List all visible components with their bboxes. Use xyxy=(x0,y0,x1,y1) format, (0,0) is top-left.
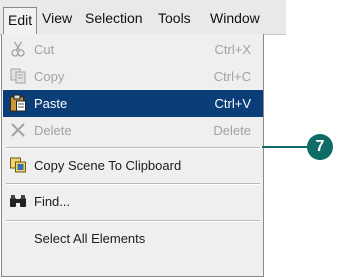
edit-dropdown-menu: Cut Ctrl+X Copy Ctrl+C Paste Ctrl+V Dele… xyxy=(1,34,264,277)
binoculars-icon xyxy=(10,195,26,207)
shortcut-label: Ctrl+C xyxy=(213,69,251,84)
menu-item-label: Paste xyxy=(34,96,68,111)
copy-icon xyxy=(10,68,26,84)
menu-view[interactable]: View xyxy=(38,8,76,28)
shortcut-label: Ctrl+X xyxy=(214,42,251,57)
menu-separator xyxy=(6,183,260,185)
menu-item-label: Copy Scene To Clipboard xyxy=(34,158,182,173)
menu-item-label: Copy xyxy=(34,69,65,84)
menu-edit[interactable]: Edit xyxy=(3,7,38,34)
menu-item-label: Select All Elements xyxy=(34,231,146,246)
scissors-icon xyxy=(11,41,25,57)
menu-tools[interactable]: Tools xyxy=(154,8,195,28)
menu-bar: Edit View Selection Tools Window xyxy=(0,0,286,35)
menu-item-paste[interactable]: Paste Ctrl+V xyxy=(3,90,263,117)
delete-x-icon xyxy=(11,123,25,137)
menu-item-cut[interactable]: Cut Ctrl+X xyxy=(3,36,263,63)
menu-item-label: Delete xyxy=(34,123,72,138)
clipboard-icon xyxy=(10,94,26,112)
menu-item-copy-scene[interactable]: Copy Scene To Clipboard xyxy=(3,152,263,179)
callout-number-badge: 7 xyxy=(307,134,333,160)
shortcut-label: Delete xyxy=(213,123,251,138)
menu-window[interactable]: Window xyxy=(206,8,264,28)
menu-item-copy[interactable]: Copy Ctrl+C xyxy=(3,63,263,90)
menu-item-find[interactable]: Find... xyxy=(3,188,263,215)
menu-item-select-all-elements[interactable]: Select All Elements xyxy=(3,225,263,252)
menu-item-delete[interactable]: Delete Delete xyxy=(3,117,263,144)
menu-item-label: Find... xyxy=(34,194,71,209)
shortcut-label: Ctrl+V xyxy=(214,96,251,111)
menu-separator xyxy=(6,147,260,149)
copy-scene-icon xyxy=(10,157,26,173)
menu-selection[interactable]: Selection xyxy=(81,8,147,28)
menu-separator xyxy=(6,220,260,222)
menu-item-label: Cut xyxy=(34,42,55,57)
